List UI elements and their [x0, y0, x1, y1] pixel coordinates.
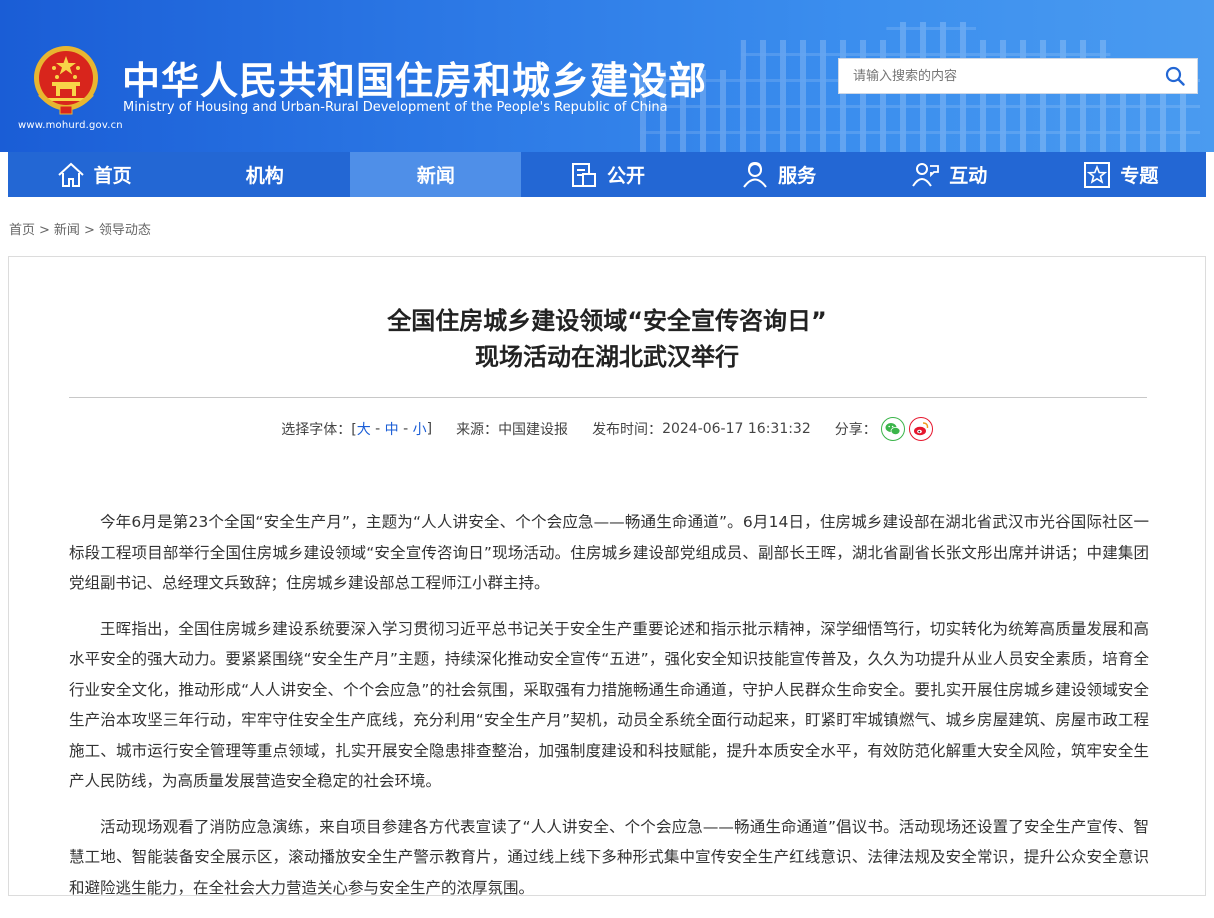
article-title-line1: 全国住房城乡建设领域“安全宣传咨询日”	[387, 307, 827, 335]
nav-label: 专题	[1120, 165, 1159, 187]
site-url: www.mohurd.gov.cn	[18, 120, 123, 131]
font-size-small[interactable]: 小	[413, 419, 427, 439]
breadcrumb-leader-news[interactable]: 领导动态	[99, 223, 151, 238]
nav-item-interaction[interactable]: 互动	[864, 152, 1035, 197]
breadcrumb-home[interactable]: 首页	[9, 223, 35, 238]
star-icon	[1082, 160, 1112, 190]
font-size-medium[interactable]: 中	[385, 419, 399, 439]
search-icon	[1165, 66, 1185, 86]
search-input[interactable]	[839, 59, 1153, 93]
title-divider	[69, 397, 1147, 398]
breadcrumb-news[interactable]: 新闻	[54, 223, 80, 238]
font-size-sep: -	[370, 421, 385, 437]
article-body: 今年6月是第23个全国“安全生产月”，主题为“人人讲安全、个个会应急——畅通生命…	[69, 507, 1149, 918]
font-size-sep: -	[398, 421, 413, 437]
wechat-share-button[interactable]	[880, 417, 905, 441]
user-service-icon	[740, 160, 770, 190]
search-button[interactable]	[1153, 59, 1197, 93]
article-paragraph: 活动现场观看了消防应急演练，来自项目参建各方代表宣读了“人人讲安全、个个会应急—…	[69, 817, 1149, 897]
article-panel: 全国住房城乡建设领域“安全宣传咨询日” 现场活动在湖北武汉举行 选择字体：[ 大…	[8, 256, 1206, 897]
nav-label: 首页	[93, 165, 132, 187]
article-paragraph: 今年6月是第23个全国“安全生产月”，主题为“人人讲安全、个个会应急——畅通生命…	[69, 513, 1149, 592]
search-box	[838, 58, 1198, 94]
nav-item-home[interactable]: 首页	[8, 152, 179, 197]
article-title: 全国住房城乡建设领域“安全宣传咨询日” 现场活动在湖北武汉举行	[9, 303, 1205, 375]
main-nav: 首页 机构 新闻 公开 服务 互动 专题	[8, 152, 1206, 197]
weibo-share-button[interactable]	[908, 417, 933, 441]
source-label: 来源：	[456, 422, 499, 438]
nav-label: 公开	[606, 165, 645, 187]
share-label: 分享：	[834, 422, 877, 438]
nav-item-service[interactable]: 服务	[693, 152, 864, 197]
weibo-icon	[913, 422, 929, 436]
breadcrumb-separator: >	[39, 223, 50, 238]
nav-item-organization[interactable]: 机构	[179, 152, 350, 197]
document-icon	[569, 160, 599, 190]
nav-item-topics[interactable]: 专题	[1035, 152, 1206, 197]
source-value: 中国建设报	[498, 422, 569, 438]
font-size-large[interactable]: 大	[357, 419, 371, 439]
publish-time-value: 2024-06-17 16:31:32	[662, 421, 811, 437]
font-size-label: 选择字体：[	[281, 422, 357, 438]
wechat-icon	[885, 423, 901, 435]
breadcrumb: 首页 > 新闻 > 领导动态	[9, 219, 151, 238]
publish-time-label: 发布时间：	[592, 422, 663, 438]
font-size-close: ]	[426, 421, 433, 437]
nav-item-public[interactable]: 公开	[521, 152, 692, 197]
article-paragraph: 王晖指出，全国住房城乡建设系统要深入学习贯彻习近平总书记关于安全生产重要论述和指…	[69, 619, 1149, 791]
nav-label: 互动	[949, 165, 988, 187]
nav-item-news[interactable]: 新闻	[350, 152, 522, 197]
site-title[interactable]: 中华人民共和国住房和城乡建设部	[122, 50, 707, 105]
national-emblem-icon[interactable]	[32, 44, 100, 116]
interaction-icon	[911, 160, 941, 190]
site-header: www.mohurd.gov.cn 中华人民共和国住房和城乡建设部 Minist…	[0, 0, 1214, 152]
home-icon	[56, 160, 86, 190]
article-meta: 选择字体：[ 大 - 中 - 小 ] 来源： 中国建设报 发布时间： 2024-…	[9, 417, 1205, 441]
nav-label: 服务	[778, 165, 817, 187]
breadcrumb-separator: >	[83, 223, 95, 238]
article-title-line2: 现场活动在湖北武汉举行	[475, 343, 739, 371]
nav-label: 新闻	[416, 165, 455, 187]
site-subtitle: Ministry of Housing and Urban-Rural Deve…	[123, 100, 668, 115]
nav-label: 机构	[245, 165, 284, 187]
